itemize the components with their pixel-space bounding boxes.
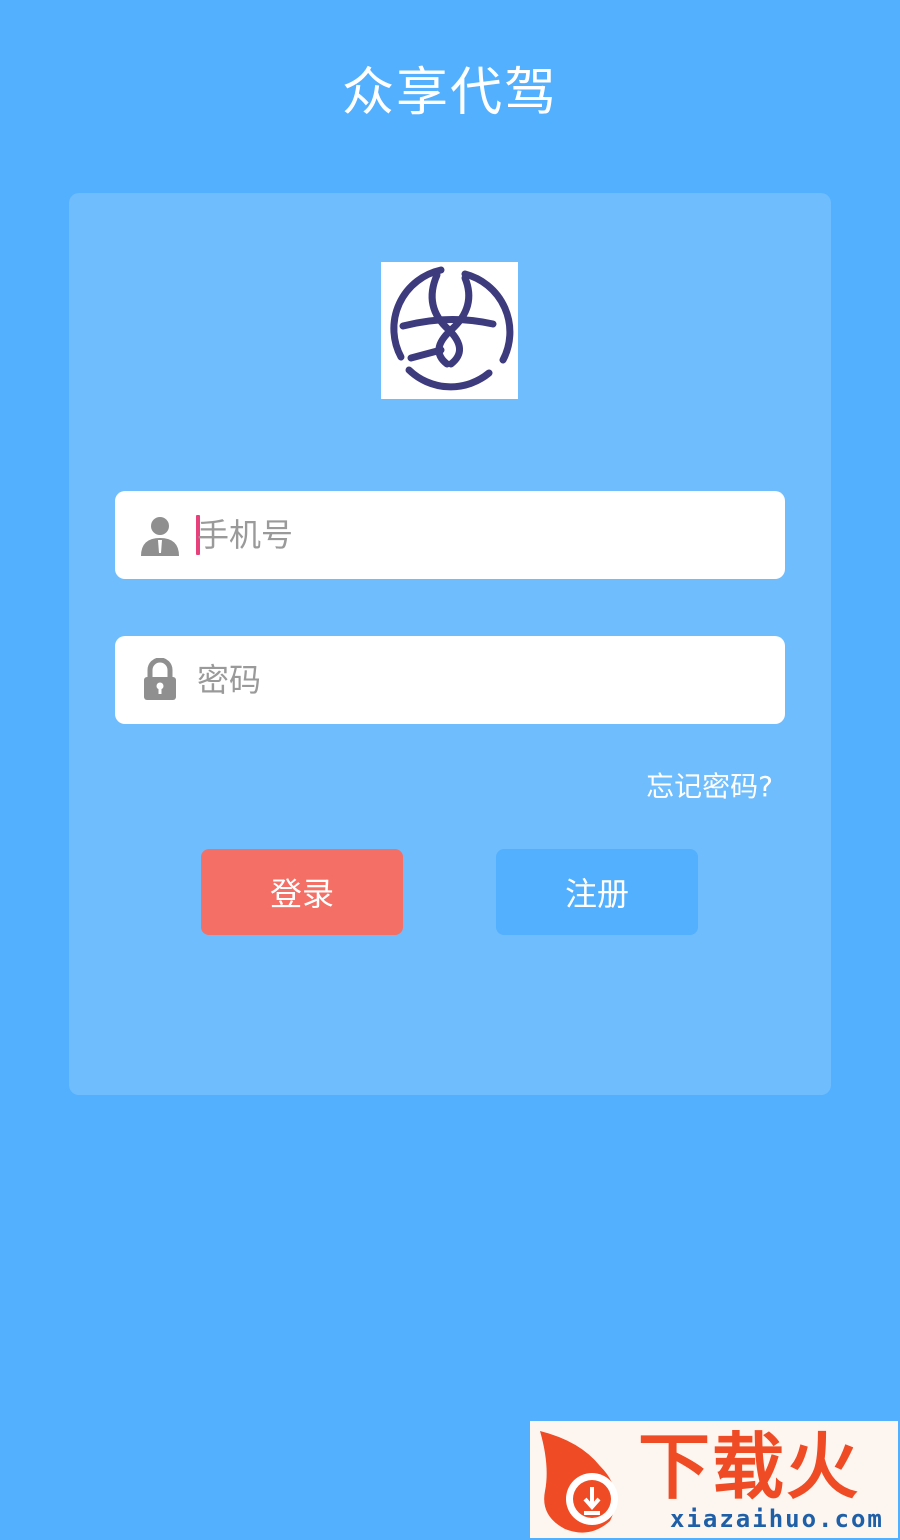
register-button[interactable]: 注册 — [496, 849, 698, 935]
lock-icon — [139, 657, 183, 702]
app-logo-icon — [381, 262, 518, 399]
watermark-domain: xiazaihuo.com — [670, 1505, 884, 1533]
forgot-password-link[interactable]: 忘记密码? — [646, 767, 773, 807]
login-button[interactable]: 登录 — [201, 849, 403, 935]
login-button-label: 登录 — [269, 875, 334, 913]
watermark-brand: 下载火 — [638, 1425, 861, 1509]
watermark: 下载火 xiazaihuo.com — [530, 1421, 898, 1538]
login-card: 手机号 密码 忘记密码? 登录 注册 — [69, 193, 831, 1095]
user-icon — [139, 513, 183, 557]
watermark-flame-icon — [540, 1431, 618, 1533]
page-title: 众享代驾 — [341, 63, 558, 123]
register-button-label: 注册 — [564, 875, 629, 913]
password-field[interactable]: 密码 — [115, 636, 785, 724]
phone-field[interactable]: 手机号 — [115, 491, 785, 579]
password-input[interactable]: 密码 — [197, 656, 261, 704]
phone-input[interactable]: 手机号 — [197, 511, 293, 559]
